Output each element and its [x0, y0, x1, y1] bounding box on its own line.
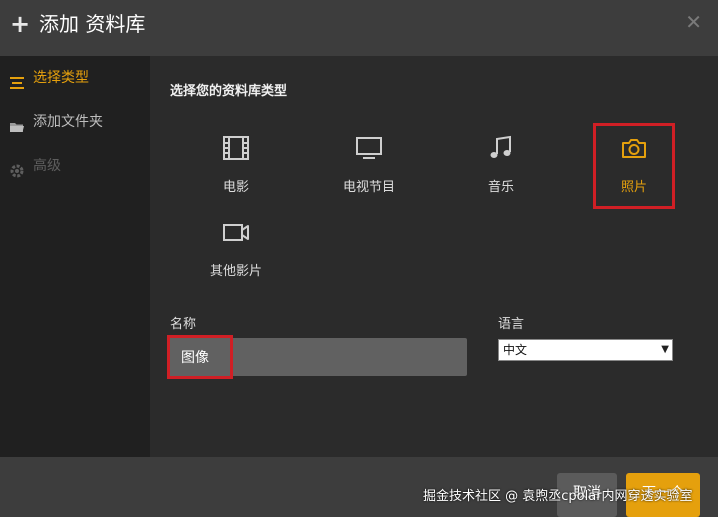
list-icon: [9, 70, 25, 89]
type-music[interactable]: 音乐: [461, 126, 541, 202]
sidebar-item-add-folder[interactable]: 添加文件夹: [0, 105, 150, 139]
chevron-down-icon: ▼: [661, 344, 669, 355]
tv-icon: [355, 134, 383, 162]
name-label: 名称: [170, 317, 197, 332]
type-tv-shows[interactable]: 电视节目: [329, 126, 409, 202]
language-select-value: 中文: [503, 343, 528, 357]
type-label: 音乐: [487, 180, 514, 195]
sidebar-item-select-type[interactable]: 选择类型: [0, 61, 150, 95]
type-movies[interactable]: 电影: [196, 126, 276, 202]
sidebar: 选择类型 添加文件夹 高级: [0, 56, 150, 457]
plus-icon: +: [10, 10, 31, 38]
section-title: 选择您的资料库类型: [170, 84, 288, 99]
highlight-box-name: [167, 335, 233, 379]
type-label: 电视节目: [342, 180, 395, 195]
watermark-text: 掘金技术社区 @ 袁煦丞cpolar内网穿透实验室: [423, 489, 693, 504]
sidebar-item-advanced: 高级: [0, 149, 150, 183]
gear-icon: [9, 158, 25, 178]
type-other-videos[interactable]: 其他影片: [196, 210, 276, 286]
dialog-header: + 添加 资料库 ✕: [0, 0, 718, 56]
main-content: 选择您的资料库类型 电影 电视节目 音乐 照片 其他影片: [150, 56, 718, 457]
language-select[interactable]: 中文 ▼: [498, 339, 673, 361]
video-camera-icon: [222, 218, 250, 246]
sidebar-item-label: 选择类型: [33, 70, 89, 86]
type-label: 电影: [222, 180, 249, 195]
folder-icon: [9, 114, 25, 132]
language-label: 语言: [498, 317, 525, 332]
type-label: 其他影片: [209, 264, 262, 279]
dialog-title: 添加 资料库: [39, 12, 146, 36]
film-icon: [222, 134, 250, 162]
sidebar-item-label: 高级: [33, 158, 61, 174]
highlight-box-photos: [593, 123, 675, 209]
close-icon[interactable]: ✕: [685, 11, 702, 33]
sidebar-item-label: 添加文件夹: [33, 114, 103, 130]
music-icon: [487, 134, 515, 162]
